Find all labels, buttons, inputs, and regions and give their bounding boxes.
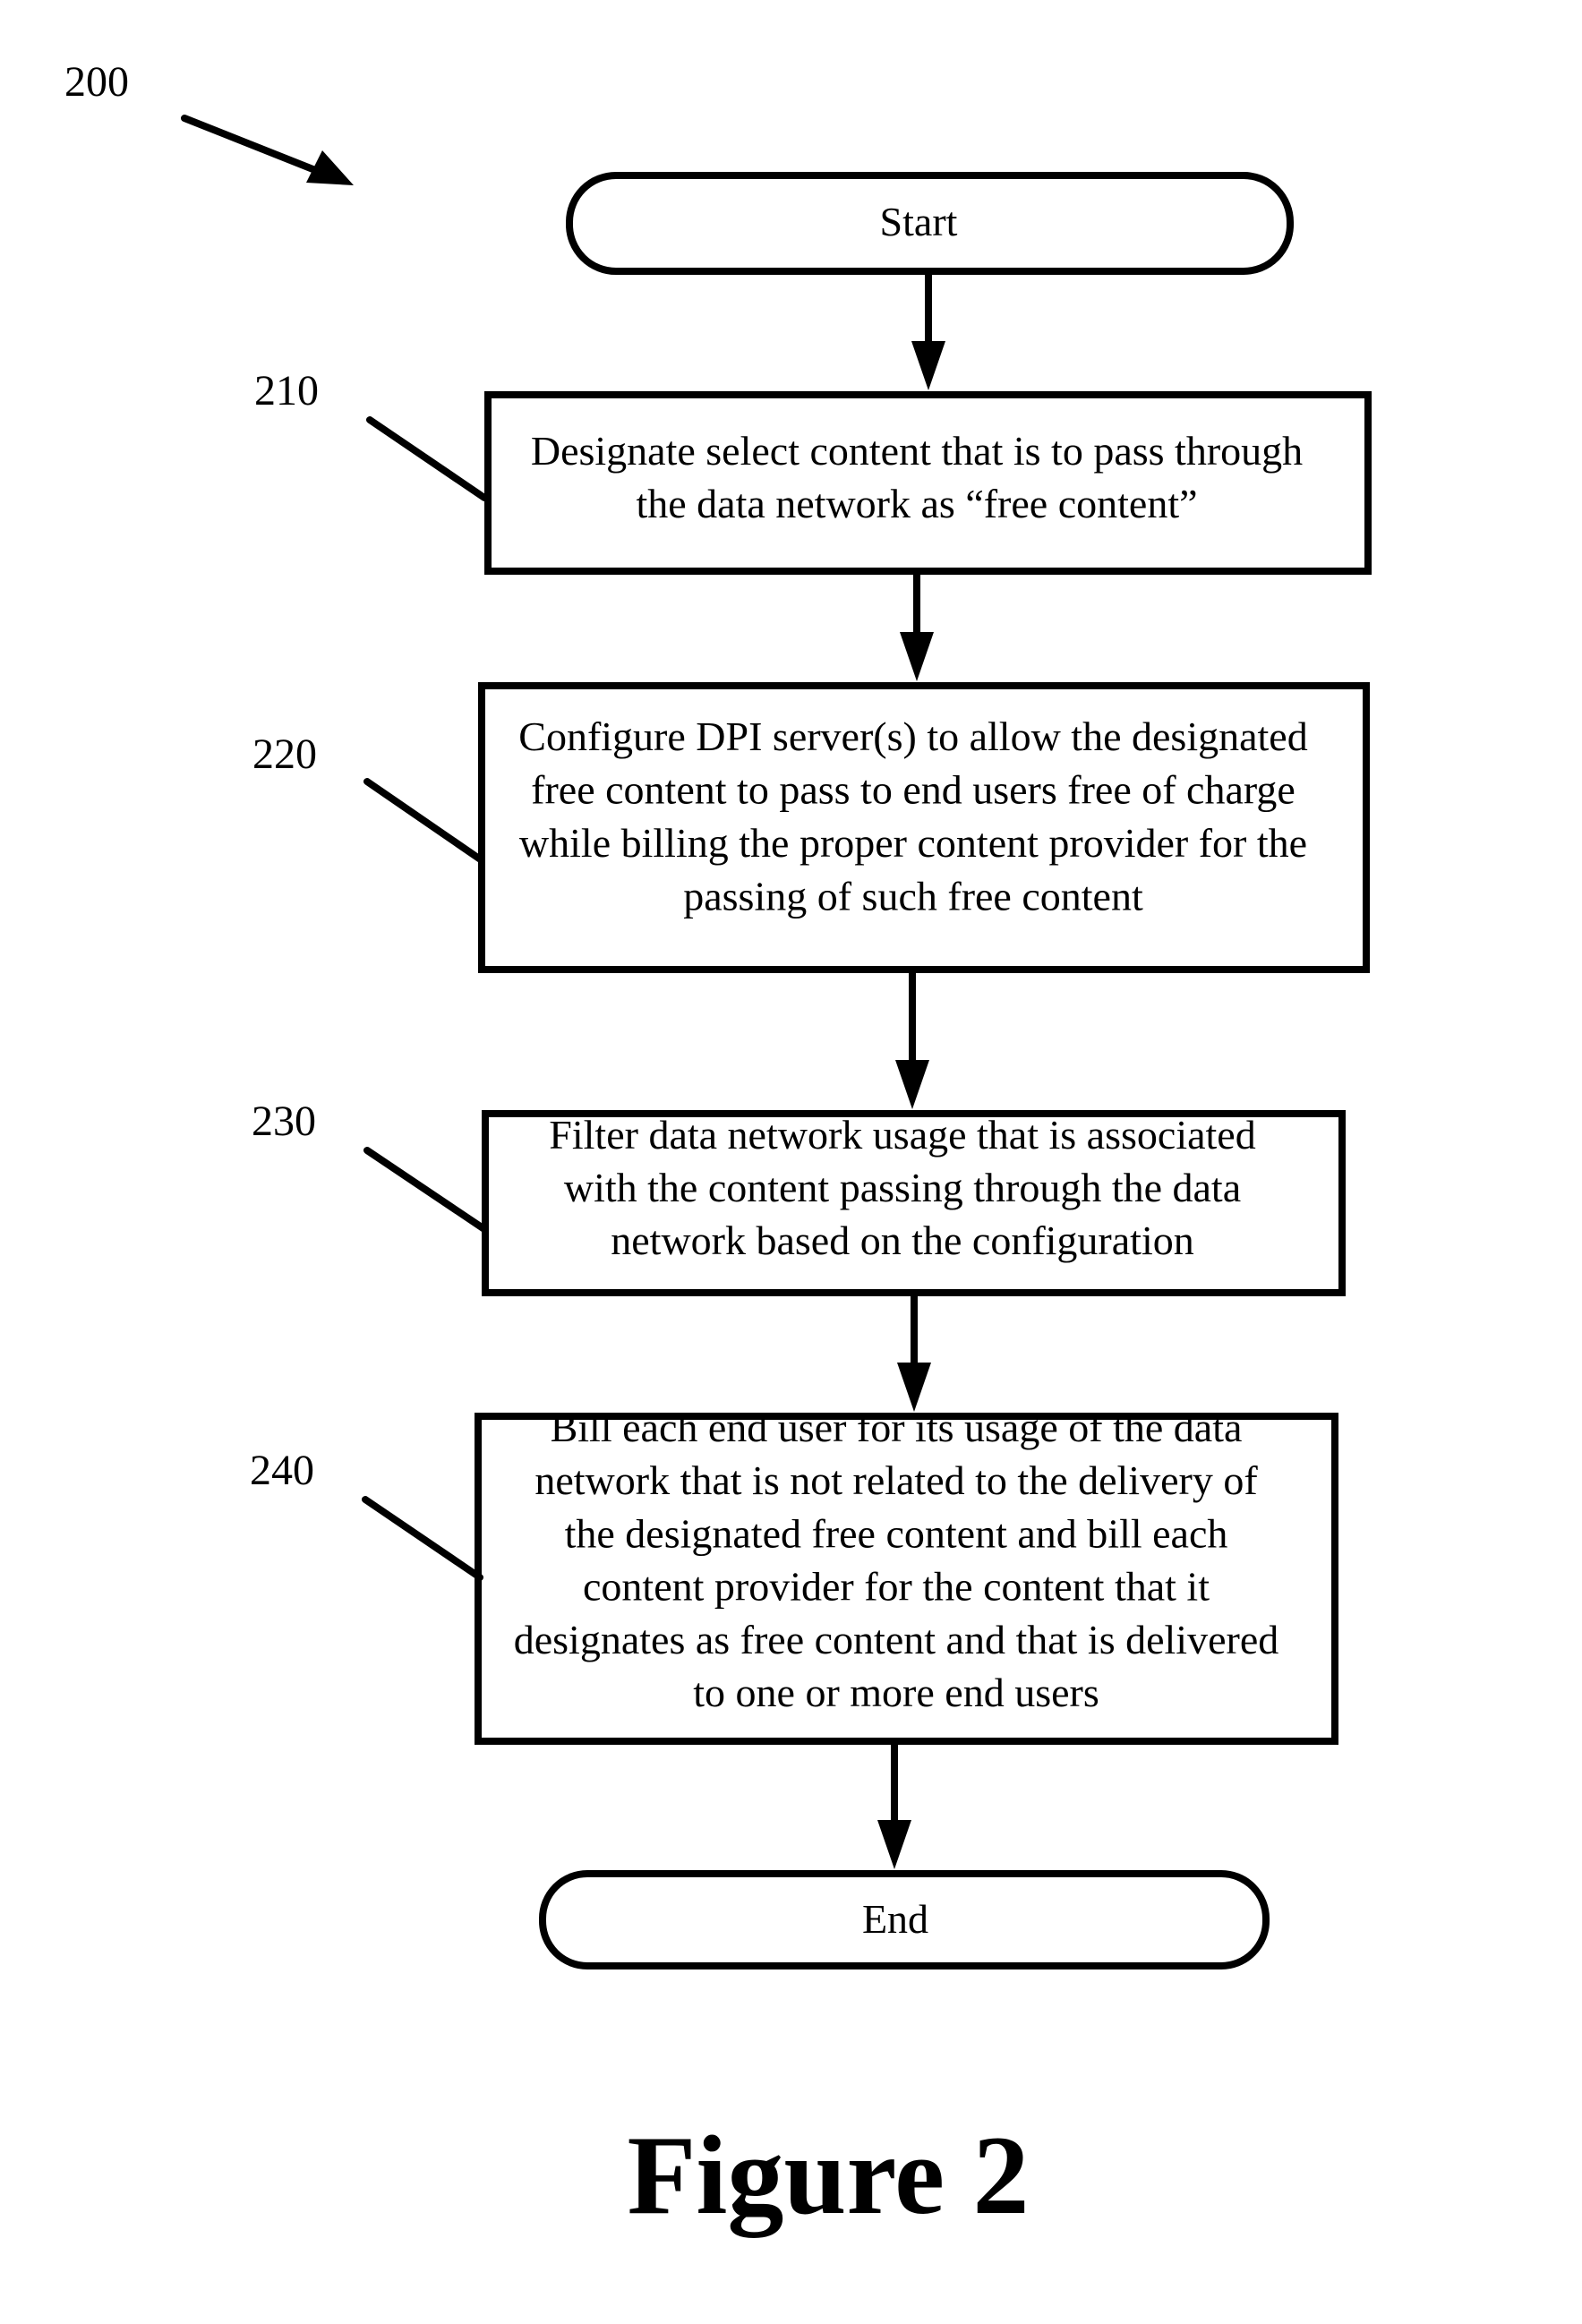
- step-text-line: network that is not related to the deliv…: [534, 1457, 1258, 1503]
- connector-240-to-end: [877, 1745, 911, 1869]
- step-leader-line: [363, 778, 485, 864]
- step-reference-number: 210: [254, 367, 319, 414]
- start-terminal-label: Start: [880, 199, 958, 244]
- figure-reference-number: 200: [64, 58, 129, 106]
- flowchart-figure: 200 Start Designate select content that …: [64, 58, 1372, 2238]
- connector-230-to-240: [897, 1296, 931, 1412]
- step-text-line: Filter data network usage that is associ…: [549, 1112, 1255, 1158]
- connector-start-to-210: [911, 275, 945, 390]
- end-terminal-label: End: [862, 1896, 928, 1942]
- start-terminal: Start: [566, 172, 1294, 275]
- connector-210-to-220: [900, 575, 934, 681]
- arrow-down-icon: [911, 341, 945, 390]
- step-text-line: the designated free content and bill eac…: [565, 1510, 1228, 1556]
- step-text-line: passing of such free content: [683, 874, 1143, 919]
- step-text-line: content provider for the content that it: [583, 1564, 1210, 1610]
- step-230: Filter data network usage that is associ…: [252, 1098, 1346, 1296]
- step-reference-number: 230: [252, 1098, 316, 1145]
- figure-pointer-shaft: [181, 115, 328, 177]
- step-220: Configure DPI server(s) to allow the des…: [252, 682, 1370, 973]
- arrow-down-icon: [895, 1060, 929, 1109]
- step-text-line: while billing the proper content provide…: [519, 820, 1307, 866]
- arrow-down-icon: [877, 1820, 911, 1869]
- figure-caption: Figure 2: [627, 2114, 1029, 2238]
- step-text-line: with the content passing through the dat…: [564, 1165, 1241, 1210]
- step-text-line: Designate select content that is to pass…: [531, 428, 1303, 474]
- step-text: Filter data network usage that is associ…: [549, 1112, 1255, 1263]
- step-leader-line: [362, 1496, 483, 1581]
- step-text-line: Bill each end user for its usage of the …: [551, 1405, 1243, 1450]
- step-reference-number: 240: [250, 1447, 314, 1494]
- step-text-line: designates as free content and that is d…: [514, 1617, 1279, 1662]
- step-leader-line: [363, 1147, 488, 1233]
- end-terminal: End: [539, 1870, 1270, 1969]
- step-text-line: the data network as “free content”: [636, 481, 1197, 526]
- connector-220-to-230: [895, 973, 929, 1109]
- step-text-line: to one or more end users: [693, 1670, 1099, 1715]
- step-240: Bill each end user for its usage of the …: [250, 1405, 1338, 1745]
- step-text-line: network based on the configuration: [611, 1218, 1193, 1263]
- arrow-down-icon: [900, 632, 934, 681]
- step-leader-line: [366, 416, 488, 501]
- figure-pointer-arrow: [181, 115, 354, 185]
- step-reference-number: 220: [252, 731, 317, 778]
- step-210: Designate select content that is to pass…: [254, 367, 1372, 575]
- step-text-line: free content to pass to end users free o…: [531, 767, 1296, 813]
- step-text-line: Configure DPI server(s) to allow the des…: [518, 713, 1307, 759]
